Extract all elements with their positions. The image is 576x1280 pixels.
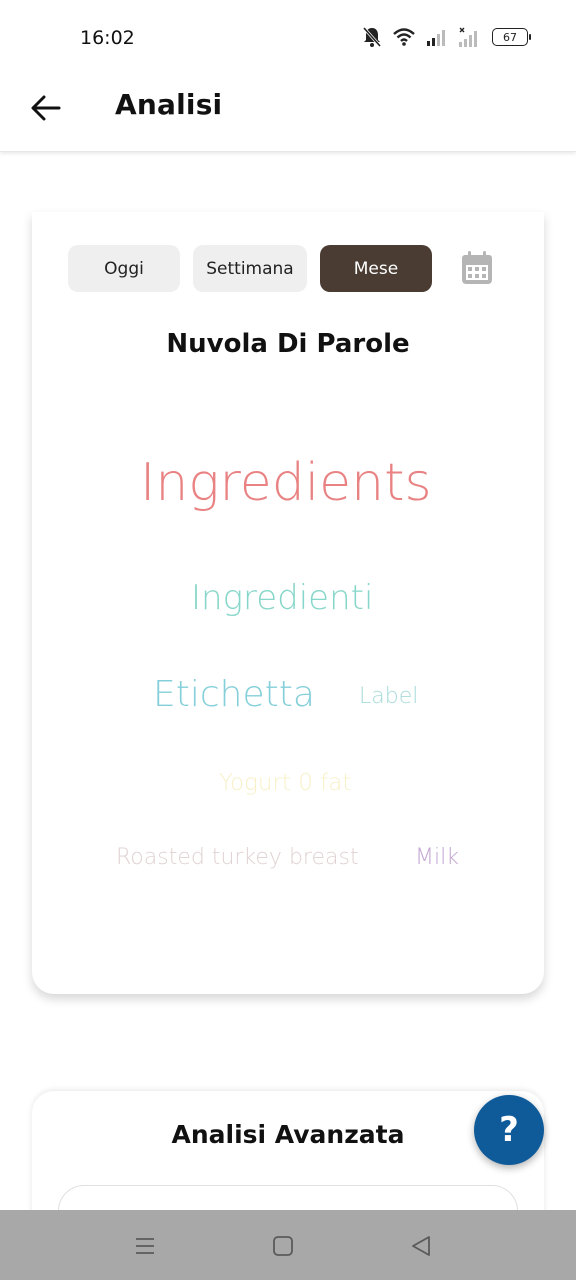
word-cloud-title: Nuvola Di Parole bbox=[166, 329, 410, 359]
period-today-button[interactable]: Oggi bbox=[68, 245, 180, 292]
calendar-icon[interactable] bbox=[460, 250, 494, 286]
back-button[interactable] bbox=[26, 88, 66, 128]
word-cloud-word: Ingredients bbox=[140, 453, 432, 513]
triangle-back-icon bbox=[412, 1236, 430, 1256]
word-cloud-word: Ingredienti bbox=[191, 578, 374, 618]
word-cloud-word: Etichetta bbox=[153, 674, 315, 715]
arrow-left-icon bbox=[31, 95, 61, 121]
period-week-button[interactable]: Settimana bbox=[193, 245, 307, 292]
help-button[interactable]: ? bbox=[474, 1095, 544, 1165]
status-bar: 16:02 67 bbox=[0, 0, 576, 72]
wifi-icon bbox=[393, 28, 415, 46]
battery-icon: 67 bbox=[492, 28, 531, 46]
period-month-button[interactable]: Mese bbox=[320, 245, 432, 292]
recent-apps-button[interactable] bbox=[130, 1231, 160, 1261]
signal-no-service-icon bbox=[459, 27, 477, 47]
word-cloud-word: Milk bbox=[415, 845, 459, 870]
battery-level: 67 bbox=[503, 30, 517, 44]
word-cloud-word: Yogurt 0 fat bbox=[219, 770, 352, 796]
page-title: Analisi bbox=[115, 88, 223, 121]
app-bar: Analisi bbox=[0, 72, 576, 152]
bell-off-icon bbox=[362, 27, 382, 47]
status-time: 16:02 bbox=[80, 27, 135, 49]
advanced-analysis-title: Analisi Avanzata bbox=[171, 1120, 405, 1149]
status-icons: 67 bbox=[362, 26, 531, 48]
help-icon: ? bbox=[499, 1110, 519, 1150]
word-cloud-card: Oggi Settimana Mese Nuvola Di Parole Ing… bbox=[32, 212, 544, 994]
home-button[interactable] bbox=[268, 1231, 298, 1261]
word-cloud-word: Roasted turkey breast bbox=[116, 845, 359, 870]
system-nav-bar bbox=[0, 1210, 576, 1280]
back-nav-button[interactable] bbox=[406, 1231, 436, 1261]
home-square-icon bbox=[273, 1236, 293, 1256]
signal-icon bbox=[427, 30, 445, 46]
word-cloud-word: Label bbox=[359, 684, 419, 709]
menu-icon bbox=[136, 1238, 154, 1254]
